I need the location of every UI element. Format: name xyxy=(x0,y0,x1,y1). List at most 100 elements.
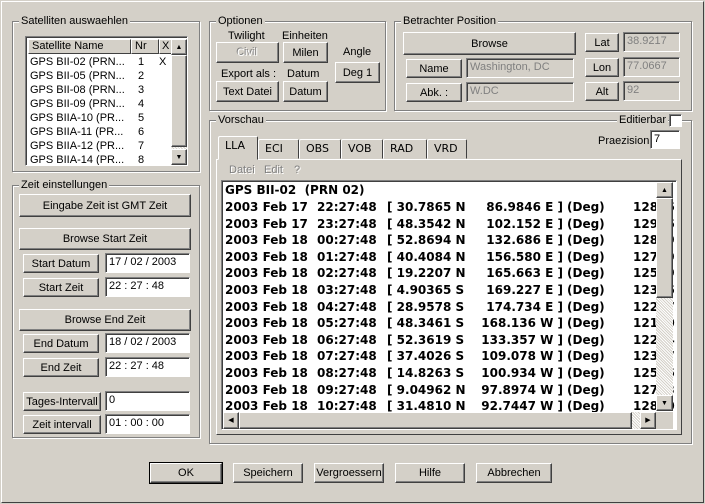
satellite-row[interactable]: GPS BIIA-11 (PR... 6 xyxy=(28,125,173,139)
observer-name-button[interactable]: Name xyxy=(406,59,462,78)
tab-vob[interactable]: VOB xyxy=(341,139,383,159)
output-longitude: 97.8974 W ] xyxy=(481,382,563,397)
menu-help[interactable]: ? xyxy=(294,164,300,176)
ok-button[interactable]: OK xyxy=(149,462,223,484)
observer-name-field[interactable]: Washington, DC xyxy=(466,58,574,78)
scroll-down-button[interactable]: ▼ xyxy=(171,149,187,165)
output-unit: (Deg) xyxy=(567,382,605,397)
output-line: 2003 Feb 18 00:27:48 [ 52.8694 N 132.686 E … xyxy=(225,232,676,249)
output-time: 04:27:48 xyxy=(317,299,377,314)
output-scroll-up-button[interactable]: ▲ xyxy=(656,182,673,198)
tab-vrd[interactable]: VRD xyxy=(427,139,467,159)
browse-start-button[interactable]: Browse Start Zeit xyxy=(19,228,191,250)
satellite-row[interactable]: GPS BII-09 (PRN... 4 xyxy=(28,97,173,111)
tages-intervall-button[interactable]: Tages-Intervall xyxy=(23,392,101,411)
vergroessern-button[interactable]: Vergroessern xyxy=(314,463,384,483)
output-line: 2003 Feb 17 22:27:48 [ 30.7865 N 86.9846 E … xyxy=(225,199,676,216)
observer-abk-button[interactable]: Abk. : xyxy=(406,83,462,102)
lon-button[interactable]: Lon xyxy=(585,58,619,77)
tab-obs[interactable]: OBS xyxy=(299,139,341,159)
output-hscroll-thumb[interactable] xyxy=(239,412,632,429)
output-unit: (Deg) xyxy=(567,249,605,264)
zeit-intervall-button[interactable]: Zeit intervall xyxy=(23,415,101,434)
gmt-button[interactable]: Eingabe Zeit ist GMT Zeit xyxy=(19,194,191,217)
output-longitude: 100.934 W ] xyxy=(481,366,563,380)
output-text-area[interactable]: GPS BII-02 (PRN 02) 2003 Feb 17 22:27:48 [… xyxy=(221,180,677,430)
start-zeit-button[interactable]: Start Zeit xyxy=(23,278,99,297)
menu-datei[interactable]: Datei xyxy=(229,164,255,176)
end-datum-field[interactable]: 18 / 02 / 2003 xyxy=(105,333,190,353)
size-grip[interactable] xyxy=(656,412,673,429)
end-zeit-field[interactable]: 22 : 27 : 48 xyxy=(105,357,190,377)
tab-lla[interactable]: LLA xyxy=(218,136,258,160)
output-time: 23:27:48 xyxy=(317,216,377,231)
satellite-nr: 6 xyxy=(138,126,145,138)
start-zeit-field[interactable]: 22 : 27 : 48 xyxy=(105,277,190,297)
zeit-intervall-field[interactable]: 01 : 00 : 00 xyxy=(105,414,190,434)
start-datum-button[interactable]: Start Datum xyxy=(23,254,99,273)
tages-intervall-field[interactable]: 0 xyxy=(105,391,190,411)
output-date: 2003 Feb 18 xyxy=(225,283,308,297)
editierbar-checkbox[interactable] xyxy=(669,114,682,127)
civil-button[interactable]: Civil xyxy=(216,42,279,63)
output-longitude: 168.136 W ] xyxy=(481,316,563,331)
satellite-nr: 4 xyxy=(138,98,145,110)
abbrechen-button[interactable]: Abbrechen xyxy=(476,463,552,483)
satellites-group-title: Satelliten auswaehlen xyxy=(19,14,131,28)
output-latitude: [ 52.8694 N xyxy=(387,233,466,248)
output-vscroll-thumb[interactable] xyxy=(656,198,673,298)
praezision-field[interactable]: 7 xyxy=(650,130,680,149)
menu-edit[interactable]: Edit xyxy=(264,164,283,176)
vorschau-group-title: Vorschau xyxy=(216,113,266,127)
text-datei-button[interactable]: Text Datei xyxy=(216,81,279,102)
output-time: 01:27:48 xyxy=(317,249,377,264)
satellite-nr: 8 xyxy=(138,154,145,166)
satellite-list[interactable]: Satellite Name Nr X GPS BII-02 (PRN... 1 X… xyxy=(25,36,188,166)
end-datum-button[interactable]: End Datum xyxy=(23,334,99,353)
speichern-button[interactable]: Speichern xyxy=(233,463,303,483)
browse-end-button[interactable]: Browse End Zeit xyxy=(19,309,191,331)
output-latitude: [ 19.2207 N xyxy=(387,266,466,281)
output-line: 2003 Feb 18 01:27:48 [ 40.4084 N 156.580 E … xyxy=(225,249,676,266)
output-latitude: [ 48.3461 S xyxy=(387,316,465,331)
scroll-up-button[interactable]: ▲ xyxy=(171,39,187,55)
lat-field[interactable]: 38.9217 xyxy=(623,32,680,52)
satellite-row[interactable]: GPS BII-05 (PRN... 2 xyxy=(28,69,173,83)
start-datum-field[interactable]: 17 / 02 / 2003 xyxy=(105,253,190,273)
output-latitude: [ 37.4026 S xyxy=(387,349,465,364)
alt-field[interactable]: 92 xyxy=(623,81,680,101)
satellite-name: GPS BIIA-11 (PR... xyxy=(30,126,124,138)
deg-button[interactable]: Deg 1 xyxy=(335,62,380,83)
output-time: 09:27:48 xyxy=(317,382,377,397)
satellite-row[interactable]: GPS BII-08 (PRN... 3 xyxy=(28,83,173,97)
scroll-thumb[interactable] xyxy=(171,55,187,147)
satellite-row[interactable]: GPS BIIA-14 (PR... 8 xyxy=(28,153,173,166)
satellite-name: GPS BII-05 (PRN... xyxy=(30,70,125,82)
observer-browse-button[interactable]: Browse xyxy=(403,32,576,55)
output-longitude: 86.9846 E ] xyxy=(486,200,563,214)
output-line: 2003 Feb 18 07:27:48 [ 37.4026 S 109.078 W … xyxy=(225,348,676,365)
satellite-row[interactable]: GPS BIIA-12 (PR... 7 xyxy=(28,139,173,153)
output-scroll-right-button[interactable]: ▶ xyxy=(640,412,656,429)
col-header-nr[interactable]: Nr xyxy=(131,39,159,54)
output-unit: (Deg) xyxy=(567,266,605,281)
datum-button[interactable]: Datum xyxy=(283,81,328,102)
output-longitude: 102.152 E ] xyxy=(486,216,563,231)
output-scroll-down-button[interactable]: ▼ xyxy=(656,395,673,411)
tab-eci[interactable]: ECI xyxy=(258,139,299,159)
observer-abk-field[interactable]: W.DC xyxy=(466,82,574,102)
milen-button[interactable]: Milen xyxy=(283,42,328,63)
alt-button[interactable]: Alt xyxy=(585,82,619,101)
lat-button[interactable]: Lat xyxy=(585,33,619,52)
col-header-name[interactable]: Satellite Name xyxy=(28,39,131,54)
arrow-up-icon: ▲ xyxy=(175,43,183,51)
satellite-row[interactable]: GPS BII-02 (PRN... 1 X xyxy=(28,55,173,69)
output-latitude: [ 4.90365 S xyxy=(387,283,465,297)
output-line: 2003 Feb 18 03:27:48 [ 4.90365 S 169.227 E … xyxy=(225,282,676,299)
hilfe-button[interactable]: Hilfe xyxy=(395,463,465,483)
tab-rad[interactable]: RAD xyxy=(383,139,427,159)
output-scroll-left-button[interactable]: ◀ xyxy=(223,412,239,429)
lon-field[interactable]: 77.0667 xyxy=(623,57,680,77)
satellite-row[interactable]: GPS BIIA-10 (PR... 5 xyxy=(28,111,173,125)
end-zeit-button[interactable]: End Zeit xyxy=(23,358,99,377)
